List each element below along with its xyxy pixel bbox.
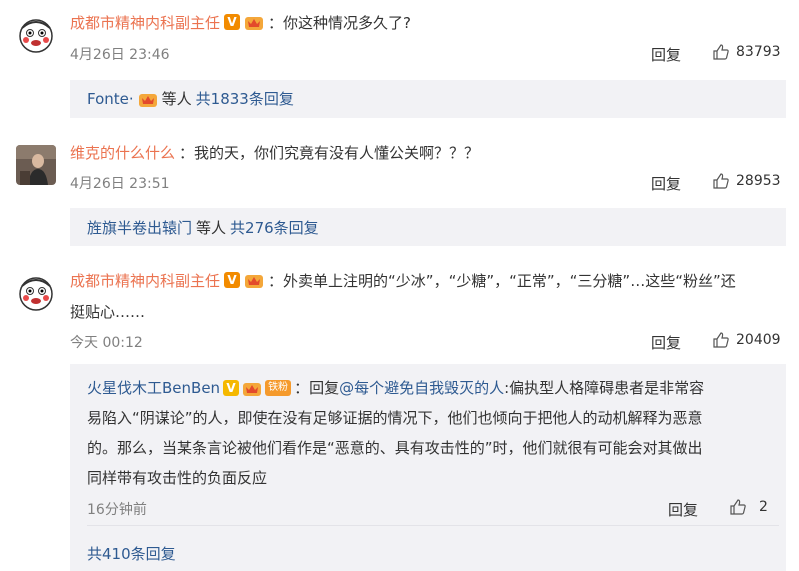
reply-button[interactable]: 回复 (651, 332, 681, 353)
reply-count-link[interactable]: 共276条回复 (230, 217, 319, 238)
verified-v-icon: V (224, 272, 241, 288)
like-button[interactable]: 2 (729, 498, 768, 516)
nested-reply: 火星伐木工BenBen V 铁粉 ：回复@每个避免自我毁灭的人:偏执型人格障碍患… (87, 373, 779, 493)
reply-user[interactable]: Fonte· (87, 90, 134, 108)
reply-user[interactable]: 旌旗半卷出辕门 (87, 217, 192, 238)
reply-count-link[interactable]: 共1833条回复 (196, 88, 294, 109)
nested-text-line: 的。那么，当某条言论被他们看作是“恶意的、具有攻击性的”时，他们就很有可能会对其… (87, 439, 703, 457)
nested-text-line: 同样带有攻击性的负面反应 (87, 469, 268, 487)
like-count: 28953 (736, 173, 781, 189)
like-button[interactable]: 28953 (712, 172, 781, 190)
username[interactable]: 维克的什么什么 (70, 142, 175, 163)
comment-text: ：我的天，你们究竟有没有人懂公关啊？？？ (179, 143, 480, 162)
nested-text: ：回复@每个避免自我毁灭的人:偏执型人格障碍患者是非常容 (294, 379, 705, 397)
like-button[interactable]: 83793 (712, 43, 781, 61)
avatar[interactable] (16, 272, 56, 312)
mention-link[interactable]: @每个避免自我毁灭的人 (339, 379, 504, 397)
verified-v-icon: V (224, 14, 241, 30)
timestamp: 4月26日 23:51 (70, 176, 170, 192)
timestamp: 4月26日 23:46 (70, 47, 170, 63)
reply-middle: 等人 (161, 90, 192, 108)
more-replies-link[interactable]: 共410条回复 (87, 543, 176, 564)
reply-summary-text: 旌旗半卷出辕门 等人 共276条回复 (87, 217, 319, 238)
comment-text: ：外卖单上注明的“少冰”，“少糖”，“正常”，“三分糖”…这些“粉丝”还 (268, 271, 736, 290)
like-count: 20409 (736, 332, 781, 348)
username[interactable]: 成都市精神内科副主任 (70, 270, 220, 291)
nested-text-line: 易陷入“阴谋论”的人，即使在没有足够证据的情况下，他们也倾向于把他人的动机解释为… (87, 409, 703, 427)
comment-header: 成都市精神内科副主任 V ：你这种情况多久了? (70, 10, 411, 34)
reply-button[interactable]: 回复 (651, 44, 681, 65)
like-count: 83793 (736, 44, 781, 60)
verified-v-icon: V (223, 380, 240, 396)
username[interactable]: 成都市精神内科副主任 (70, 12, 220, 33)
comment-header: 成都市精神内科副主任 V ：外卖单上注明的“少冰”，“少糖”，“正常”，“三分糖… (70, 268, 736, 292)
like-button[interactable]: 20409 (712, 331, 781, 349)
nested-username[interactable]: 火星伐木工BenBen (87, 373, 220, 403)
fans-badge: 铁粉 (265, 380, 292, 396)
thumb-up-icon (730, 499, 746, 515)
timestamp: 16分钟前 (87, 502, 147, 518)
reply-summary-text: Fonte· 等人 共1833条回复 (87, 88, 294, 109)
divider (87, 525, 779, 526)
avatar[interactable] (16, 14, 56, 54)
avatar[interactable] (16, 145, 56, 185)
crown-badge-icon (138, 93, 157, 107)
timestamp: 今天 00:12 (70, 335, 143, 351)
thumb-up-icon (713, 173, 729, 189)
like-count: 2 (759, 499, 768, 515)
reply-button[interactable]: 回复 (651, 173, 681, 194)
comment-text: ：你这种情况多久了? (268, 13, 411, 32)
reply-button[interactable]: 回复 (668, 499, 698, 520)
thumb-up-icon (713, 44, 729, 60)
reply-middle: 等人 (196, 219, 227, 237)
cartoon-avatar-icon (16, 272, 56, 312)
crown-badge-icon (243, 383, 262, 396)
crown-badge-icon (245, 275, 264, 288)
thumb-up-icon (713, 332, 729, 348)
comment-header: 维克的什么什么 ：我的天，你们究竟有没有人懂公关啊？？？ (70, 140, 479, 164)
cartoon-avatar-icon (16, 14, 56, 54)
crown-badge-icon (245, 17, 264, 30)
comment-text-continued: 挺贴心…… (70, 303, 146, 321)
photo-avatar-icon (16, 145, 56, 185)
